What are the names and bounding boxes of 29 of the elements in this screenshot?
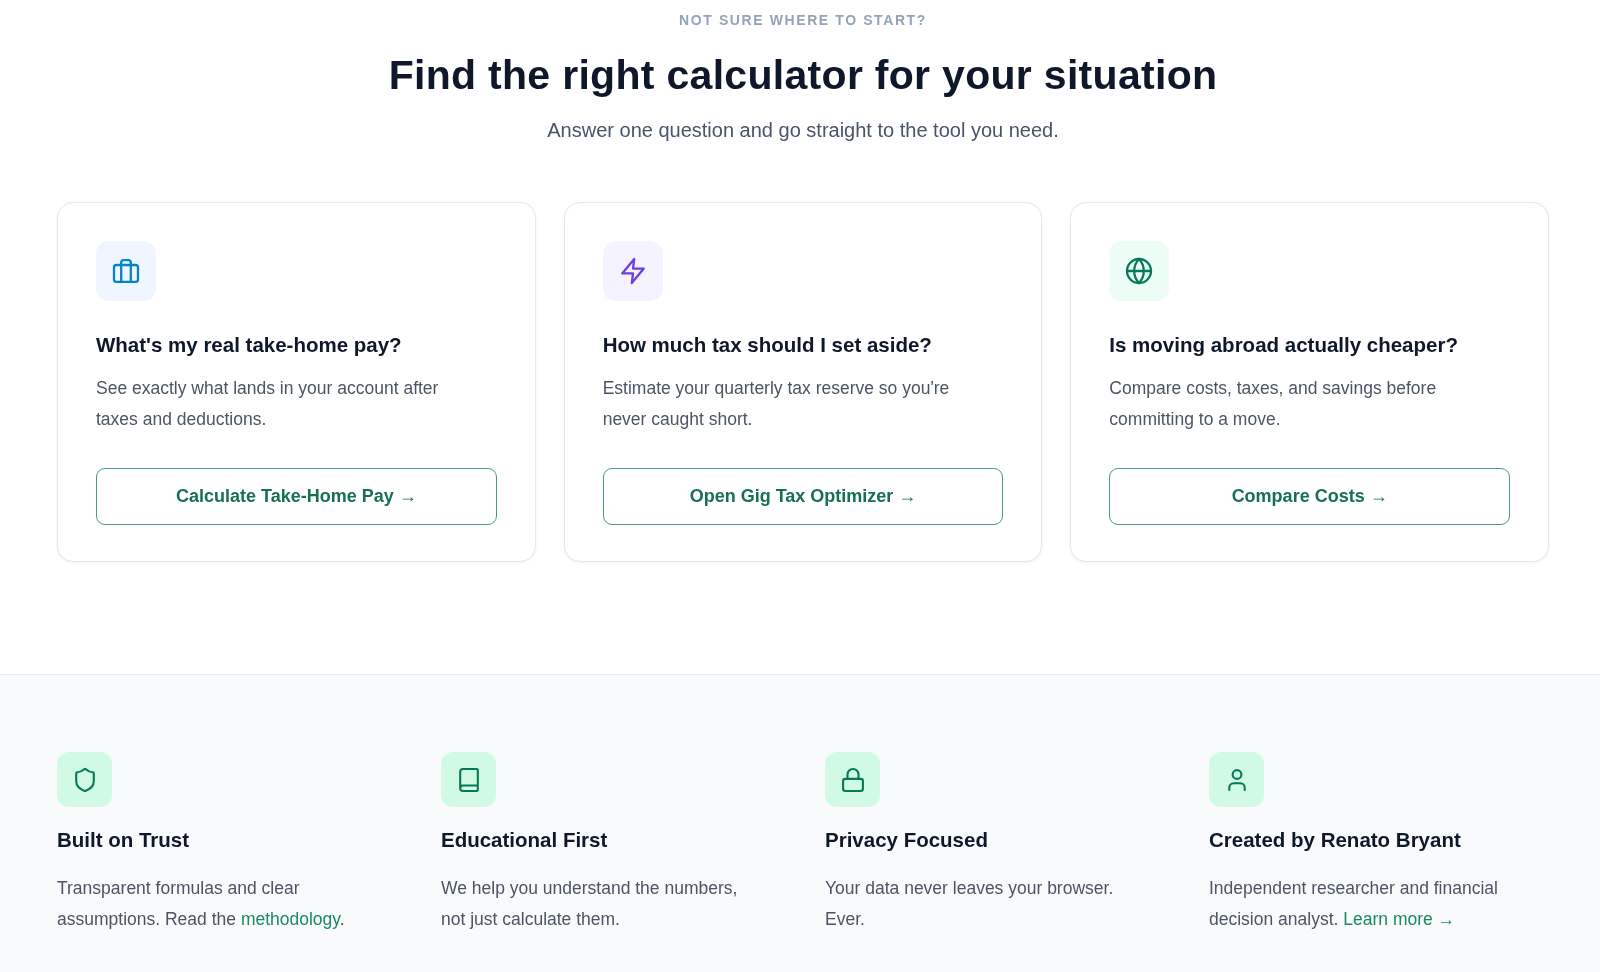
card-description: See exactly what lands in your account after taxes and deductions. xyxy=(96,377,440,431)
section-subtitle: Answer one question and go straight to the tool you need. xyxy=(547,118,1059,143)
eyebrow-label: NOT SURE WHERE TO START? xyxy=(679,11,927,30)
card-description: Compare costs, taxes, and savings before committing to a move. xyxy=(1109,377,1438,431)
feature-description: We help you understand the numbers, not just calculate them. xyxy=(441,877,739,931)
book-icon xyxy=(441,752,496,807)
cta-button[interactable]: Open Gig Tax Optimizer → xyxy=(602,468,1004,525)
text-link[interactable]: methodology xyxy=(240,909,340,929)
feature-title: Privacy Focused xyxy=(825,827,989,853)
card-title: Is moving abroad actually cheaper? xyxy=(1109,332,1459,358)
feature-title: Built on Trust xyxy=(57,827,191,853)
feature-title: Created by Renato Bryant xyxy=(1209,827,1462,853)
padlock-icon xyxy=(825,752,880,807)
feature-title: Educational First xyxy=(441,827,609,853)
briefcase-icon xyxy=(96,241,156,301)
globe-icon xyxy=(1109,241,1170,301)
section-title: Find the right calculator for your situation xyxy=(388,51,1218,100)
card-title: How much tax should I set aside? xyxy=(602,332,933,358)
feature-description: Transparent formulas and clear assumptions. Read the methodology. xyxy=(57,877,346,931)
person-icon xyxy=(1209,752,1264,807)
card-title: What's my real take-home pay? xyxy=(96,332,403,358)
text-link[interactable]: Learn more → xyxy=(1343,909,1456,929)
card-description: Estimate your quarterly tax reserve so you're never caught short. xyxy=(602,377,951,431)
feature-description: Your data never leaves your browser. Ever. xyxy=(825,877,1115,931)
feature-description: Independent researcher and financial decision analyst. Learn more → xyxy=(1209,877,1499,931)
lightning-bolt-icon xyxy=(602,241,663,301)
shield-icon xyxy=(57,752,112,807)
cta-button[interactable]: Calculate Take-Home Pay → xyxy=(96,468,497,525)
cta-button[interactable]: Compare Costs → xyxy=(1109,468,1510,525)
